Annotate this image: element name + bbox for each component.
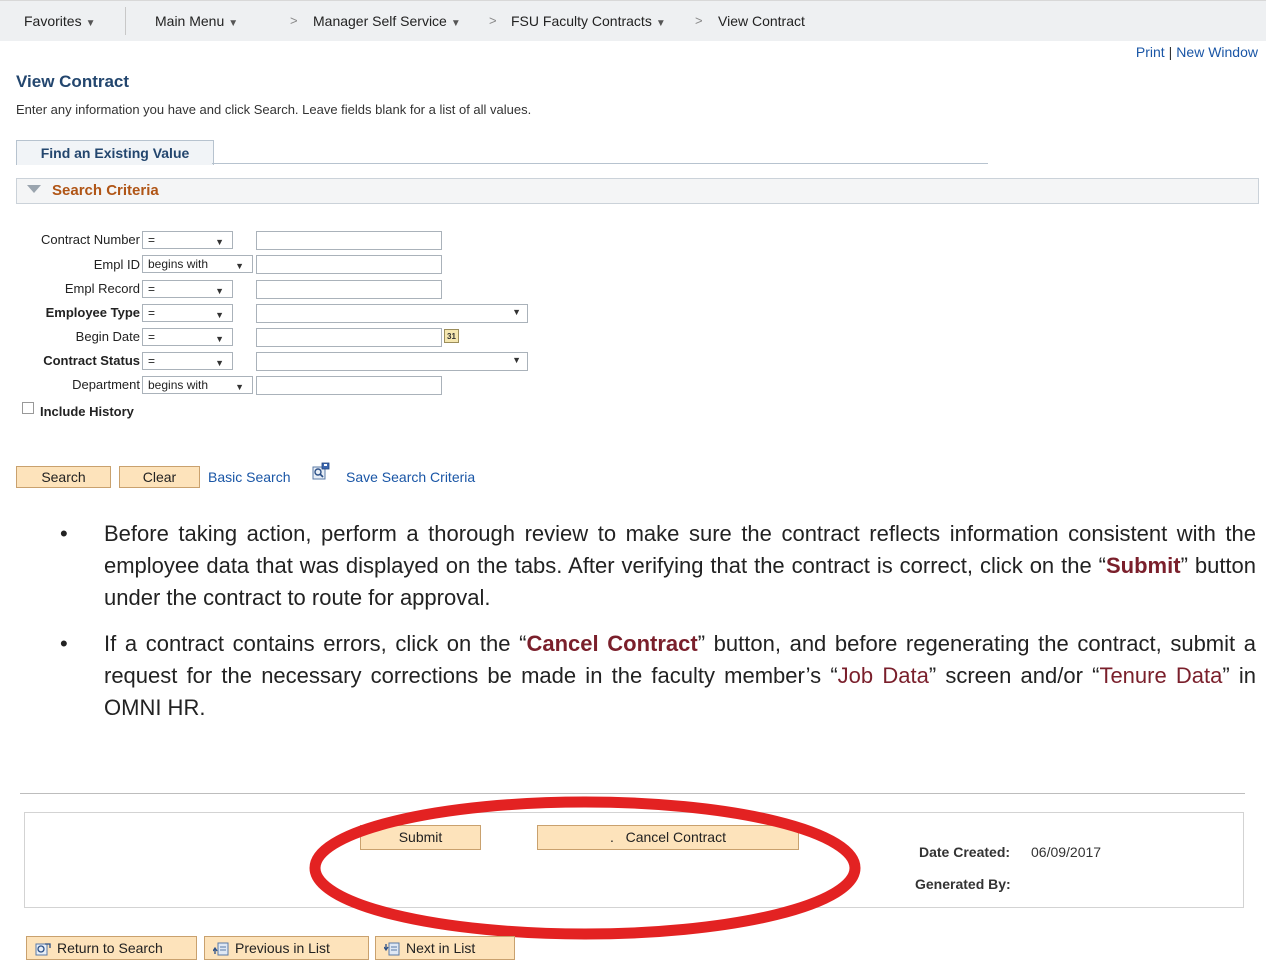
previous-in-list-button[interactable]: Previous in List (204, 936, 369, 960)
empl-record-input[interactable] (256, 280, 442, 299)
dropdown-arrow-icon: ▼ (215, 310, 224, 320)
employee-type-operator-select[interactable]: = ▼ (142, 304, 233, 322)
generated-by-label: Generated By: (915, 876, 1011, 892)
main-menu-label: Main Menu (155, 13, 225, 29)
department-label: Department (72, 377, 140, 392)
link-separator: | (1168, 44, 1173, 60)
breadcrumb-view-contract[interactable]: View Contract (718, 13, 805, 29)
breadcrumb-navbar: Favorites ▼ Main Menu ▼ > Manager Self Ser… (0, 0, 1266, 41)
bullet-text: If a contract contains errors, click on … (104, 631, 527, 656)
basic-search-link[interactable]: Basic Search (208, 469, 290, 485)
bullet-item: • If a contract contains errors, click o… (60, 628, 1256, 724)
favorites-menu[interactable]: Favorites ▼ (24, 13, 95, 29)
top-links: Print | New Window (1136, 44, 1258, 60)
operator-value: begins with (148, 378, 209, 392)
empl-id-input[interactable] (256, 255, 442, 274)
return-to-search-label: Return to Search (57, 940, 163, 956)
chevron-down-icon: ▼ (450, 18, 461, 29)
tab-find-existing-value[interactable]: Find an Existing Value (16, 140, 214, 165)
nav-divider (125, 7, 126, 35)
empl-id-operator-select[interactable]: begins with ▼ (142, 255, 253, 273)
save-search-icon[interactable] (312, 462, 330, 480)
dropdown-arrow-icon: ▼ (512, 355, 521, 365)
next-list-icon (384, 942, 400, 956)
department-operator-select[interactable]: begins with ▼ (142, 376, 253, 394)
dropdown-arrow-icon: ▼ (215, 358, 224, 368)
bullet-highlight: Tenure Data (1099, 663, 1223, 688)
contract-status-select[interactable]: ▼ (256, 352, 528, 371)
breadcrumb-separator: > (695, 13, 703, 28)
contract-number-input[interactable] (256, 231, 442, 250)
main-menu[interactable]: Main Menu ▼ (155, 13, 238, 29)
dropdown-arrow-icon: ▼ (235, 261, 244, 271)
operator-value: = (148, 282, 156, 296)
employee-type-label: Employee Type (45, 305, 140, 320)
date-created-value: 06/09/2017 (1031, 844, 1102, 860)
operator-value: = (148, 233, 156, 247)
breadcrumb-separator: > (290, 13, 298, 28)
return-search-icon (35, 943, 51, 956)
begin-date-operator-select[interactable]: = ▼ (142, 328, 233, 346)
bullet-emphasis: Cancel Contract (526, 631, 698, 656)
contract-number-operator-select[interactable]: = ▼ (142, 231, 233, 249)
highlight-annotation-oval (309, 796, 861, 940)
chevron-down-icon: ▼ (85, 18, 96, 29)
bullet-dot: • (60, 521, 68, 546)
empl-record-label: Empl Record (64, 281, 140, 296)
search-criteria-title: Search Criteria (52, 182, 159, 199)
return-to-search-button[interactable]: Return to Search (26, 936, 197, 960)
begin-date-label: Begin Date (75, 329, 140, 344)
breadcrumb-fsu-faculty-contracts[interactable]: FSU Faculty Contracts ▼ (511, 13, 666, 29)
empl-id-label: Empl ID (93, 257, 140, 272)
bullet-emphasis: Submit (1106, 553, 1181, 578)
tab-underline (212, 163, 988, 164)
fsu-faculty-contracts-label: FSU Faculty Contracts (511, 13, 652, 29)
contract-number-label: Contract Number (41, 232, 140, 247)
dropdown-arrow-icon: ▼ (215, 237, 224, 247)
bullet-item: • Before taking action, perform a thorou… (60, 518, 1256, 614)
next-in-list-label: Next in List (406, 940, 476, 956)
breadcrumb-separator: > (489, 13, 497, 28)
clear-button[interactable]: Clear (119, 466, 200, 488)
contract-status-operator-select[interactable]: = ▼ (142, 352, 233, 370)
next-in-list-button[interactable]: Next in List (375, 936, 515, 960)
bullet-text: Before taking action, perform a thorough… (104, 521, 1256, 578)
new-window-link[interactable]: New Window (1176, 44, 1258, 60)
include-history-checkbox[interactable] (22, 402, 34, 414)
bullet-highlight: Job Data (837, 663, 929, 688)
search-criteria-header[interactable]: Search Criteria (16, 178, 1259, 204)
begin-date-input[interactable] (256, 328, 442, 347)
page-title: View Contract (16, 72, 130, 91)
dropdown-arrow-icon: ▼ (215, 286, 224, 296)
instruction-bullets: • Before taking action, perform a thorou… (60, 518, 1256, 738)
bullet-dot: • (60, 631, 68, 656)
empl-record-operator-select[interactable]: = ▼ (142, 280, 233, 298)
contract-status-label: Contract Status (43, 353, 140, 368)
department-input[interactable] (256, 376, 442, 395)
chevron-down-icon: ▼ (228, 18, 239, 29)
bullet-text: ” screen and/or “ (928, 663, 1100, 688)
chevron-down-icon: ▼ (655, 18, 666, 29)
dropdown-arrow-icon: ▼ (235, 382, 244, 392)
print-link[interactable]: Print (1136, 44, 1165, 60)
manager-self-service-label: Manager Self Service (313, 13, 447, 29)
dropdown-arrow-icon: ▼ (215, 334, 224, 344)
operator-value: begins with (148, 257, 209, 271)
employee-type-select[interactable]: ▼ (256, 304, 528, 323)
calendar-icon[interactable]: 31 (444, 329, 459, 343)
operator-value: = (148, 330, 156, 344)
previous-list-icon (213, 942, 229, 956)
operator-value: = (148, 354, 156, 368)
collapse-triangle-icon (27, 185, 41, 193)
search-button[interactable]: Search (16, 466, 111, 488)
favorites-label: Favorites (24, 13, 82, 29)
include-history-label: Include History (40, 404, 134, 419)
dropdown-arrow-icon: ▼ (512, 307, 521, 317)
operator-value: = (148, 306, 156, 320)
page-instructions: Enter any information you have and click… (16, 102, 532, 117)
date-created-label: Date Created: (919, 844, 1011, 860)
previous-in-list-label: Previous in List (235, 940, 330, 956)
save-search-criteria-link[interactable]: Save Search Criteria (346, 469, 475, 485)
breadcrumb-manager-self-service[interactable]: Manager Self Service ▼ (313, 13, 461, 29)
